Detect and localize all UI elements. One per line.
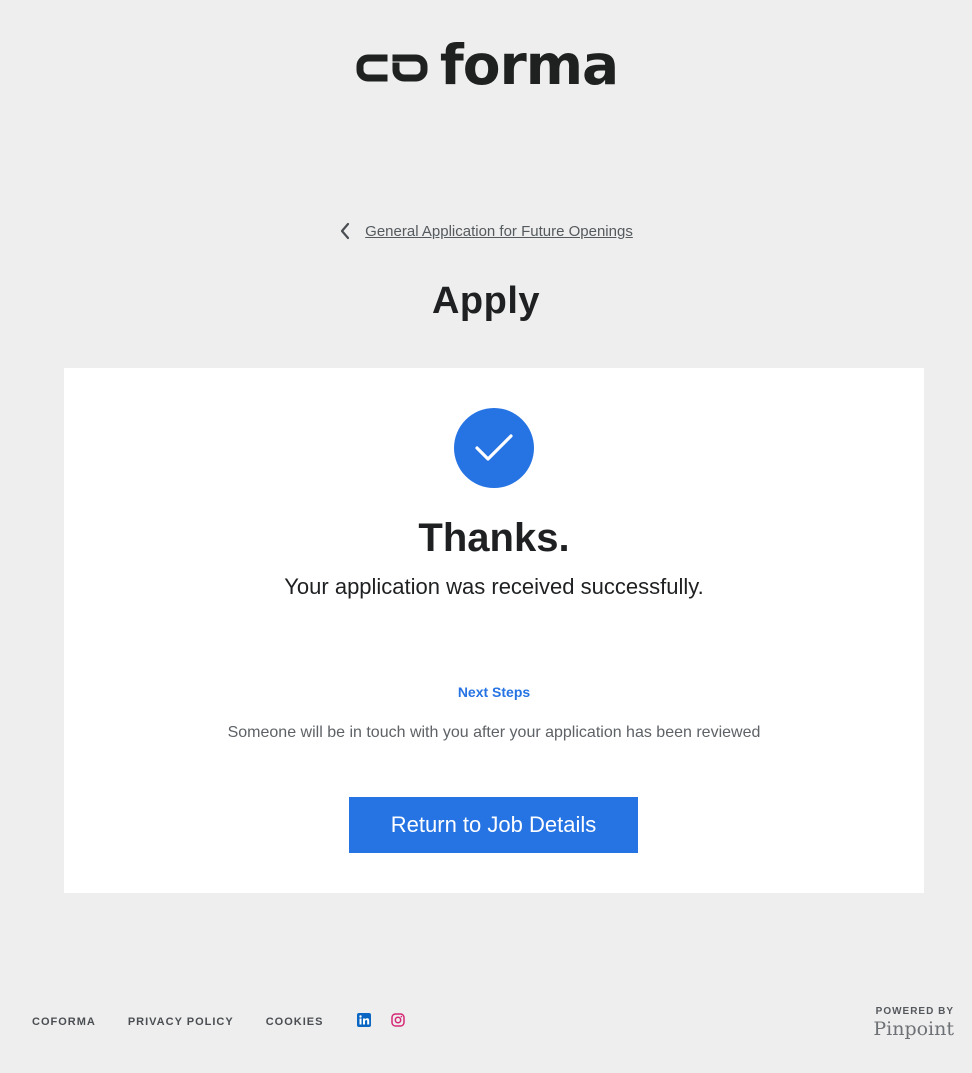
footer-link-cookies[interactable]: COOKIES [266, 1016, 324, 1028]
footer: COFORMA PRIVACY POLICY COOKIES [32, 1013, 406, 1030]
success-message: Your application was received successful… [284, 574, 704, 599]
breadcrumb: General Application for Future Openings [0, 222, 972, 240]
next-steps-body: Someone will be in touch with you after … [227, 724, 761, 741]
logo-mark-icon [354, 40, 438, 90]
page-title: Apply [431, 280, 541, 322]
footer-link-privacy-policy[interactable]: PRIVACY POLICY [128, 1016, 234, 1028]
thanks-heading: Thanks. [418, 516, 570, 560]
confirmation-card: Thanks. Your application was received su… [64, 368, 924, 893]
linkedin-icon[interactable] [357, 1013, 372, 1030]
pinpoint-logo: Pinpoint [873, 1018, 954, 1040]
powered-by-badge[interactable]: POWERED BY Pinpoint [873, 1006, 954, 1040]
back-to-job-link[interactable]: General Application for Future Openings [365, 223, 633, 240]
page: coforma forma General Application for Fu… [0, 0, 972, 1073]
return-to-job-details-button[interactable]: Return to Job Details [349, 797, 638, 853]
brand-logo[interactable]: coforma forma [0, 30, 972, 106]
success-check-icon [454, 408, 534, 488]
logo-wordmark: forma [439, 33, 619, 97]
powered-by-label: POWERED BY [875, 1006, 954, 1017]
chevron-left-icon[interactable] [339, 222, 351, 240]
social-links [357, 1013, 406, 1030]
instagram-icon[interactable] [391, 1013, 406, 1030]
next-steps-title: Next Steps [457, 684, 531, 700]
footer-link-coforma[interactable]: COFORMA [32, 1016, 96, 1028]
